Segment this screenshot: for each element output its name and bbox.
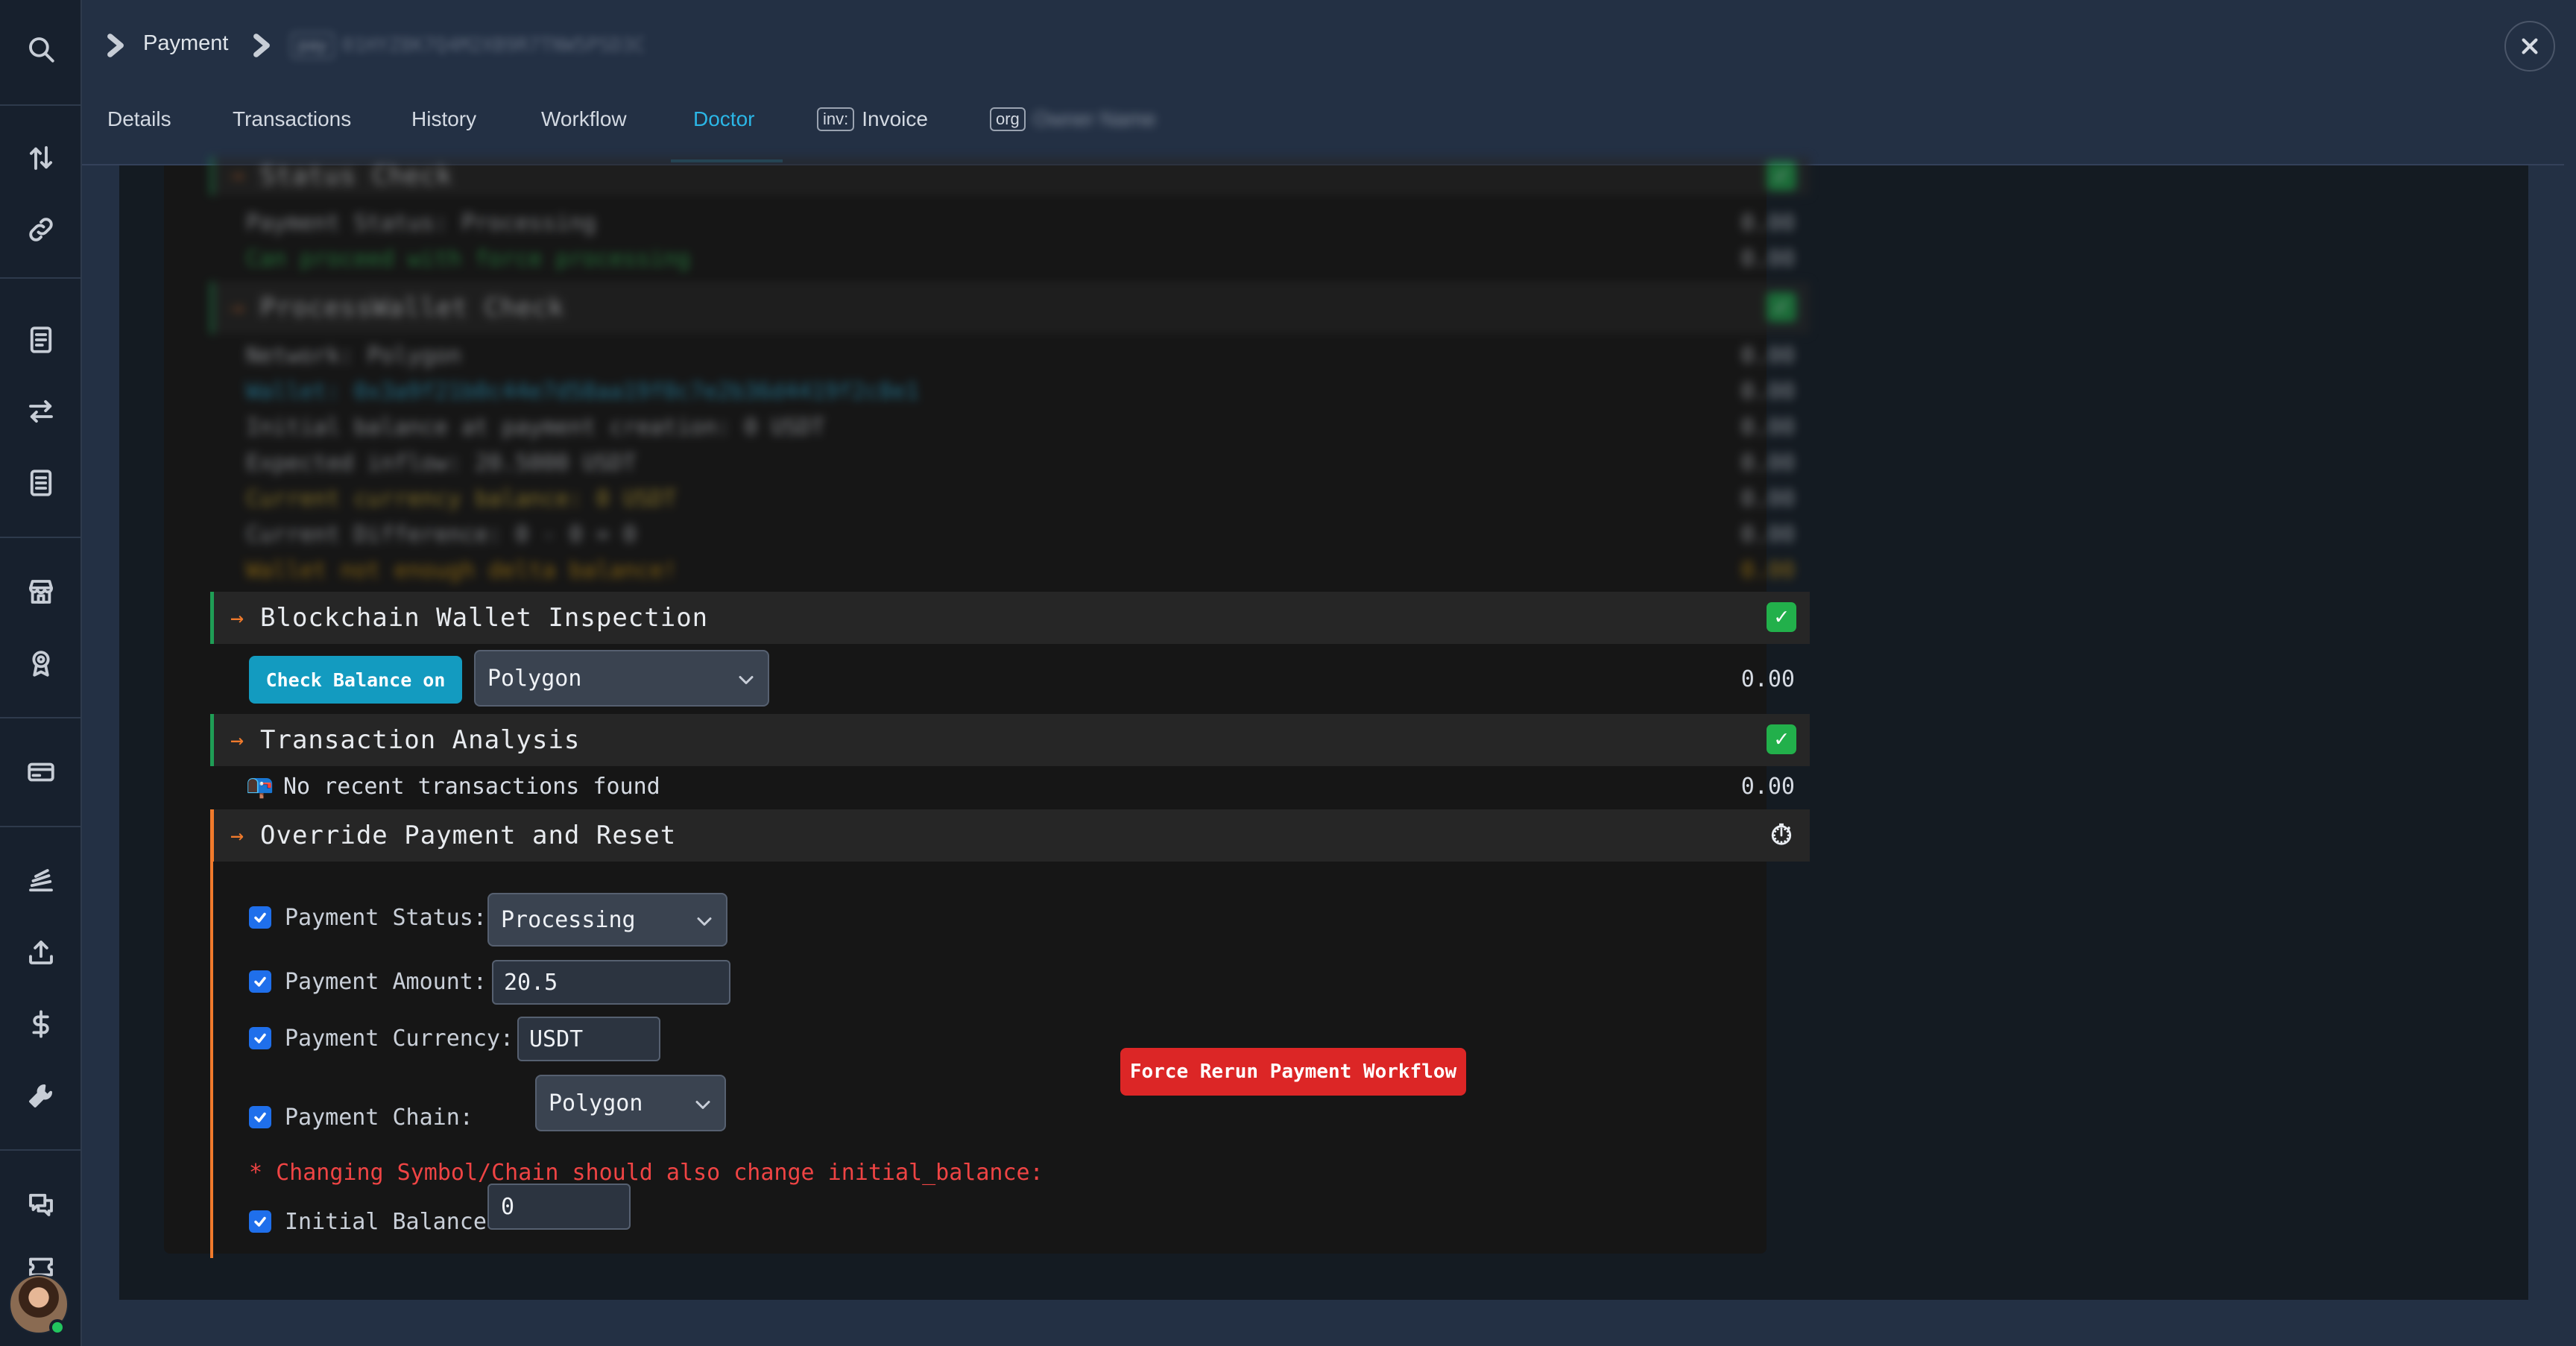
override-section-border	[210, 862, 213, 1258]
transactions-value: 0.00	[1740, 774, 1795, 800]
wallet-check-header[interactable]: → ProcessWallet Check ✓	[210, 282, 1810, 334]
payment-currency-input[interactable]: USDT	[517, 1017, 660, 1061]
stack-icon[interactable]	[20, 860, 62, 902]
blockchain-value: 0.00	[1740, 666, 1795, 692]
chain-change-warning: * Changing Symbol/Chain should also chan…	[249, 1160, 1044, 1186]
breadcrumb-payment[interactable]: Payment	[143, 31, 228, 56]
amount-checkbox[interactable]	[249, 970, 271, 993]
tab-invoice[interactable]: inv: Invoice	[817, 107, 928, 152]
tab-doctor[interactable]: Doctor	[693, 107, 754, 152]
tab-bar: Details Transactions History Workflow Do…	[82, 95, 2564, 165]
list-item: Wallet not enough delta balance! 0.00	[246, 557, 1795, 584]
tab-workflow[interactable]: Workflow	[541, 107, 627, 152]
chevron-right-icon	[104, 33, 127, 62]
list-item: 📭 No recent transactions found 0.00	[246, 769, 1804, 802]
invoice-chip: inv:	[817, 107, 855, 131]
tab-organization[interactable]: org Owner Name	[990, 107, 1156, 152]
list-item: Current Difference: 0 - 0 = 0 0.00	[246, 522, 1795, 548]
override-payment-header[interactable]: → Override Payment and Reset ⏱	[210, 809, 1810, 862]
transaction-analysis-header[interactable]: → Transaction Analysis ✓	[210, 714, 1810, 766]
check-icon: ✓	[1767, 602, 1796, 632]
amount-label: Payment Amount:	[285, 969, 487, 995]
card-icon[interactable]	[20, 751, 62, 793]
link-icon[interactable]	[20, 209, 62, 250]
check-icon: ✓	[1767, 292, 1796, 322]
tab-transactions[interactable]: Transactions	[233, 107, 351, 152]
transfer-arrows-icon[interactable]	[20, 137, 62, 179]
chevron-right-icon	[250, 33, 273, 62]
section-title: Blockchain Wallet Inspection	[260, 603, 709, 633]
doctor-panel: → Status Check ✓ Payment Status: Process…	[119, 157, 2528, 1300]
blockchain-value-row: 0.00	[246, 662, 1804, 695]
close-button[interactable]	[2504, 21, 2555, 72]
chain-checkbox[interactable]	[249, 1106, 271, 1128]
section-title: Override Payment and Reset	[260, 821, 677, 850]
section-title: Status Check	[260, 161, 452, 191]
initial-balance-input[interactable]: 0	[487, 1184, 631, 1230]
payment-status-value: Processing	[501, 906, 636, 933]
stopwatch-icon: ⏱	[1770, 818, 1793, 851]
tab-history[interactable]: History	[411, 107, 476, 152]
tab-invoice-label: Invoice	[862, 107, 928, 130]
breadcrumb-payment-id[interactable]: pay 01HYZ8K7Q4M2XB9R7TNW5PSD3C	[291, 28, 645, 63]
currency-checkbox[interactable]	[249, 1027, 271, 1049]
dollar-icon[interactable]	[20, 1003, 62, 1045]
tab-organization-label: Owner Name	[1032, 107, 1156, 130]
list-item: Payment Status: Processing 0.00	[246, 210, 1795, 236]
arrow-right-icon: →	[230, 727, 244, 753]
force-rerun-button[interactable]: Force Rerun Payment Workflow	[1120, 1048, 1466, 1096]
mailbox-icon: 📭	[246, 774, 274, 800]
arrow-right-icon: →	[230, 605, 244, 631]
payment-chain-select[interactable]: Polygon	[535, 1075, 726, 1131]
close-icon	[2522, 38, 2538, 54]
payment-amount-input[interactable]: 20.5	[492, 960, 730, 1005]
online-status-dot	[49, 1319, 66, 1336]
payment-chain-value: Polygon	[549, 1090, 643, 1116]
list-item: Can proceed with force processing 0.00	[246, 246, 1795, 272]
blockchain-inspection-header[interactable]: → Blockchain Wallet Inspection ✓	[210, 592, 1810, 644]
tab-details[interactable]: Details	[107, 107, 171, 152]
list-item: Expected inflow: 20.5000 USDT 0.00	[246, 450, 1795, 476]
chain-label: Payment Chain:	[285, 1105, 473, 1131]
status-checkbox[interactable]	[249, 906, 271, 929]
tool-icon[interactable]	[20, 1075, 62, 1116]
upload-icon[interactable]	[20, 932, 62, 973]
list-item: Current currency balance: 0 USDT 0.00	[246, 486, 1795, 512]
status-check-header[interactable]: → Status Check ✓	[210, 157, 1810, 195]
search-icon[interactable]	[20, 28, 62, 70]
header: Payment pay 01HYZ8K7Q4M2XB9R7TNW5PSD3C D…	[82, 0, 2576, 165]
initial-balance-label: Initial Balance:	[285, 1209, 500, 1235]
chat-icon[interactable]	[20, 1184, 62, 1225]
chevron-down-icon	[696, 907, 713, 933]
payment-id-value: 01HYZ8K7Q4M2XB9R7TNW5PSD3C	[341, 34, 645, 57]
left-rail	[0, 0, 82, 1346]
check-icon: ✓	[1767, 724, 1796, 754]
payment-status-select[interactable]: Processing	[487, 893, 727, 947]
list-item: Initial balance at payment creation: 0 U…	[246, 414, 1795, 440]
section-title: Transaction Analysis	[260, 725, 581, 755]
arrow-right-icon: →	[230, 823, 244, 849]
section-title: ProcessWallet Check	[260, 293, 564, 323]
check-icon: ✓	[1767, 161, 1796, 191]
no-transactions-text: No recent transactions found	[283, 774, 660, 800]
list-item: Wallet: 0x3a9f21b0c44e7d58aa19f0c7e2b36d…	[246, 379, 1795, 405]
status-label: Payment Status:	[285, 905, 487, 931]
payment-id-tag: pay	[291, 32, 335, 59]
list-item: Network: Polygon 0.00	[246, 343, 1795, 369]
chevron-down-icon	[695, 1090, 711, 1116]
invoice-icon[interactable]	[20, 319, 62, 361]
report-icon[interactable]	[20, 462, 62, 504]
currency-label: Payment Currency:	[285, 1026, 514, 1052]
swap-icon[interactable]	[20, 391, 62, 432]
award-icon[interactable]	[20, 642, 62, 684]
store-icon[interactable]	[20, 571, 62, 613]
initial-balance-checkbox[interactable]	[249, 1210, 271, 1233]
doctor-report: → Status Check ✓ Payment Status: Process…	[164, 157, 1810, 1258]
org-chip: org	[990, 107, 1026, 131]
